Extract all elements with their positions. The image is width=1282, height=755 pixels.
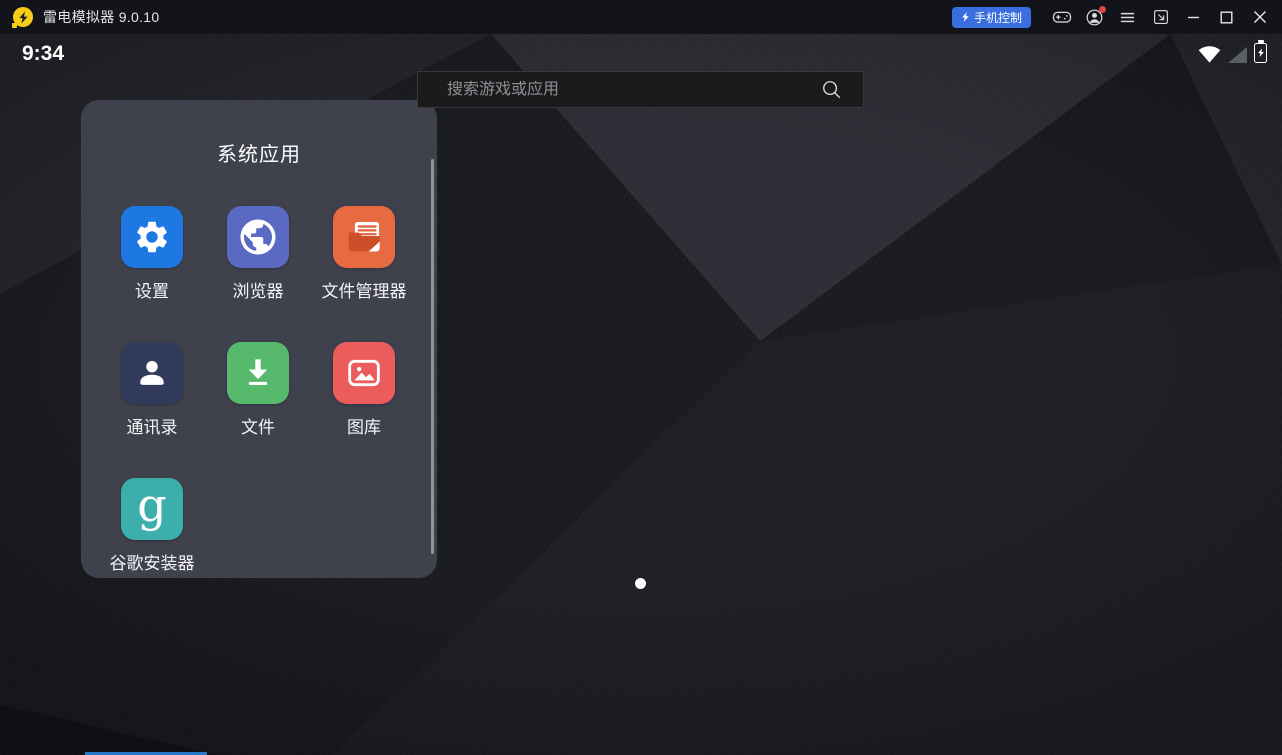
page-indicator-dot xyxy=(635,578,646,589)
gamepad-button[interactable] xyxy=(1045,0,1078,34)
contacts-person-icon xyxy=(133,354,171,392)
close-button[interactable] xyxy=(1243,0,1276,34)
emulator-window: 雷电模拟器 9.0.10 手机控制 xyxy=(0,0,1282,755)
app-grid: 设置 浏览器 xyxy=(99,206,419,614)
globe-icon xyxy=(237,216,279,258)
maximize-icon xyxy=(1220,11,1233,24)
app-contacts[interactable]: 通讯录 xyxy=(99,342,205,478)
window-title: 雷电模拟器 9.0.10 xyxy=(43,7,159,27)
app-label: 谷歌安装器 xyxy=(110,549,195,574)
phone-control-label: 手机控制 xyxy=(974,9,1022,26)
phone-control-button[interactable]: 手机控制 xyxy=(952,7,1031,28)
search-bar xyxy=(417,71,864,108)
app-label: 文件管理器 xyxy=(322,277,407,302)
notification-dot xyxy=(1099,6,1106,13)
close-icon xyxy=(1253,10,1267,24)
app-gallery[interactable]: 图库 xyxy=(311,342,417,478)
folder-scrollbar[interactable] xyxy=(431,159,434,554)
app-browser[interactable]: 浏览器 xyxy=(205,206,311,342)
battery-charging-icon xyxy=(1254,43,1267,63)
search-input[interactable] xyxy=(418,81,820,99)
app-label: 图库 xyxy=(347,413,381,438)
app-label: 设置 xyxy=(135,277,169,302)
app-files[interactable]: 文件 xyxy=(205,342,311,478)
wifi-icon xyxy=(1198,45,1221,63)
gear-icon xyxy=(133,218,171,256)
titlebar: 雷电模拟器 9.0.10 手机控制 xyxy=(0,0,1282,34)
app-google-installer[interactable]: g 谷歌安装器 xyxy=(99,478,205,614)
android-screen: 9:34 系统应用 xyxy=(0,34,1282,755)
folder-title: 系统应用 xyxy=(81,138,437,167)
search-icon[interactable] xyxy=(820,78,843,101)
menu-button[interactable] xyxy=(1111,0,1144,34)
file-manager-icon xyxy=(343,216,385,258)
app-label: 文件 xyxy=(241,413,275,438)
gamepad-icon xyxy=(1052,7,1072,27)
account-button[interactable] xyxy=(1078,0,1111,34)
minimize-button[interactable] xyxy=(1177,0,1210,34)
status-time: 9:34 xyxy=(22,42,64,66)
app-label: 通讯录 xyxy=(127,413,178,438)
maximize-button[interactable] xyxy=(1210,0,1243,34)
app-file-manager[interactable]: 文件管理器 xyxy=(311,206,417,342)
signal-triangle-icon xyxy=(1228,47,1247,63)
titlebar-controls: 手机控制 xyxy=(952,0,1282,34)
system-apps-folder: 系统应用 设置 浏览器 xyxy=(81,100,437,578)
resize-icon xyxy=(1152,8,1170,26)
resize-window-button[interactable] xyxy=(1144,0,1177,34)
ldplayer-logo-icon xyxy=(13,7,33,27)
status-icons xyxy=(1198,39,1267,63)
app-settings[interactable]: 设置 xyxy=(99,206,205,342)
gallery-image-icon xyxy=(344,353,384,393)
google-installer-icon: g xyxy=(137,482,166,528)
download-icon xyxy=(239,354,277,392)
menu-icon xyxy=(1119,9,1136,26)
minimize-icon xyxy=(1187,11,1200,24)
lightning-icon xyxy=(961,11,970,23)
app-label: 浏览器 xyxy=(233,277,284,302)
